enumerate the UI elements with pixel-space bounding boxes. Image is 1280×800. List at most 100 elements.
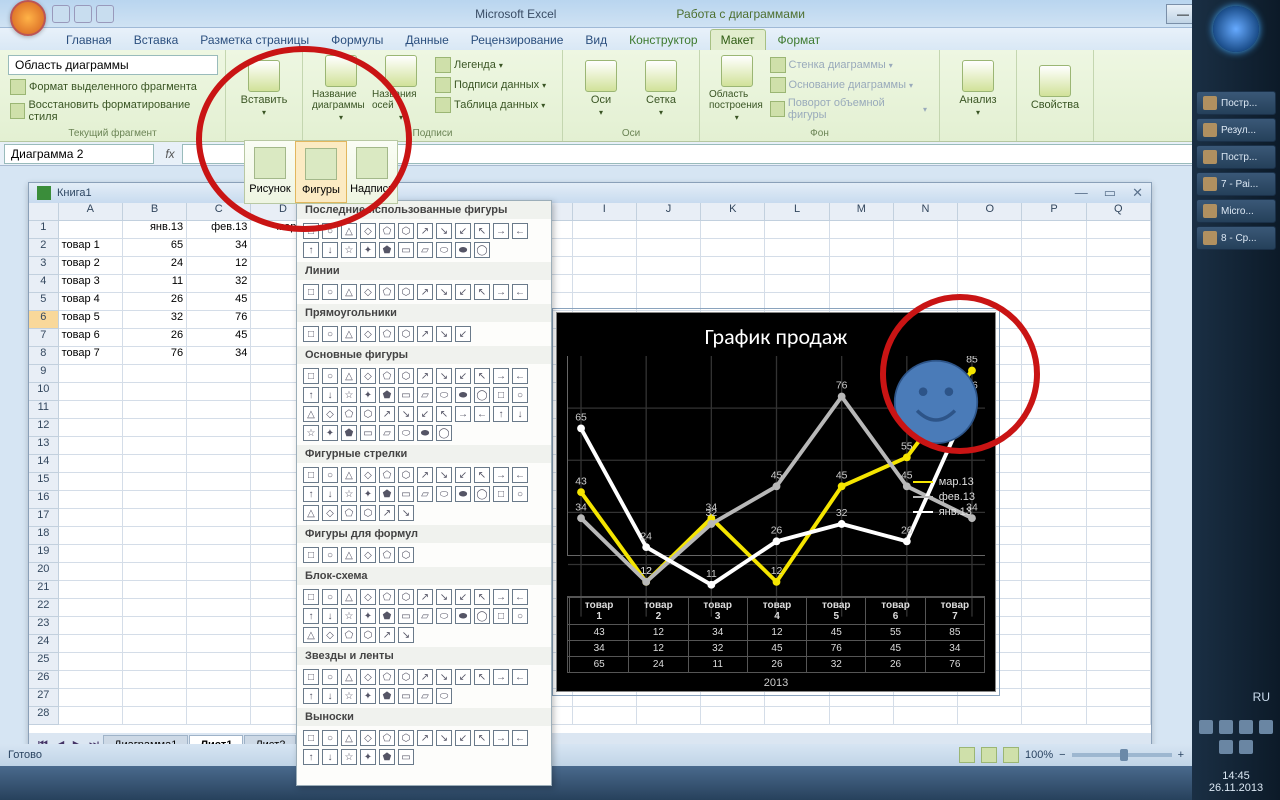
data-labels-button[interactable]: Подписи данных <box>433 75 548 95</box>
shape-option[interactable]: □ <box>493 608 509 624</box>
shape-option[interactable]: ↑ <box>303 242 319 258</box>
col-header[interactable]: M <box>830 203 894 221</box>
shape-option[interactable]: ⬠ <box>379 669 395 685</box>
tray-icon[interactable] <box>1219 720 1233 734</box>
shape-option[interactable]: ⬡ <box>398 368 414 384</box>
shape-option[interactable]: ⬡ <box>398 547 414 563</box>
shape-option[interactable]: ↖ <box>474 284 490 300</box>
shape-option[interactable]: ⬡ <box>398 467 414 483</box>
shape-option[interactable]: ▱ <box>417 387 433 403</box>
shape-option[interactable]: △ <box>341 368 357 384</box>
shape-option[interactable]: ⬠ <box>379 368 395 384</box>
view-normal-icon[interactable] <box>959 747 975 763</box>
shape-option[interactable]: ○ <box>322 284 338 300</box>
col-header[interactable]: J <box>637 203 701 221</box>
shape-option[interactable]: ⬠ <box>379 326 395 342</box>
shape-option[interactable]: ⬡ <box>360 627 376 643</box>
shape-option[interactable]: ⬟ <box>379 688 395 704</box>
shape-option[interactable]: ▱ <box>379 425 395 441</box>
chart-element-selector[interactable] <box>8 55 218 75</box>
shape-option[interactable]: □ <box>493 486 509 502</box>
tab-chart-format[interactable]: Формат <box>768 30 831 50</box>
wb-maximize[interactable]: ▭ <box>1104 185 1116 201</box>
shape-option[interactable]: ↘ <box>436 284 452 300</box>
shape-option[interactable]: ◇ <box>322 505 338 521</box>
zoom-level[interactable]: 100% <box>1025 749 1053 761</box>
shape-option[interactable]: ↙ <box>455 284 471 300</box>
shape-option[interactable]: ◇ <box>322 406 338 422</box>
shape-option[interactable]: ← <box>512 284 528 300</box>
shape-option[interactable]: ⬟ <box>379 387 395 403</box>
shape-option[interactable]: □ <box>303 730 319 746</box>
col-header[interactable]: C <box>187 203 251 221</box>
view-layout-icon[interactable] <box>981 747 997 763</box>
shape-option[interactable]: □ <box>303 284 319 300</box>
shape-option[interactable]: → <box>493 223 509 239</box>
shape-option[interactable]: ○ <box>322 467 338 483</box>
shape-option[interactable]: ◯ <box>436 425 452 441</box>
tray-icon[interactable] <box>1239 740 1253 754</box>
shape-option[interactable]: ↖ <box>474 467 490 483</box>
shape-option[interactable]: ⬡ <box>360 406 376 422</box>
shape-option[interactable]: ⬠ <box>341 406 357 422</box>
rotation-button[interactable]: Поворот объемной фигуры <box>768 95 929 123</box>
shape-option[interactable]: ↑ <box>303 749 319 765</box>
chart-wall-button[interactable]: Стенка диаграммы <box>768 55 929 75</box>
shape-option[interactable]: ⬠ <box>341 627 357 643</box>
col-header[interactable]: I <box>573 203 637 221</box>
shape-option[interactable]: ☆ <box>341 242 357 258</box>
shape-option[interactable]: ▭ <box>398 608 414 624</box>
shape-option[interactable]: ↖ <box>474 368 490 384</box>
shape-option[interactable]: ○ <box>322 730 338 746</box>
tab-data[interactable]: Данные <box>395 30 458 50</box>
analysis-button[interactable]: Анализ <box>948 53 1008 123</box>
legend-button[interactable]: Легенда <box>433 55 548 75</box>
insert-button[interactable]: Вставить <box>234 53 294 123</box>
shape-option[interactable]: ☆ <box>341 486 357 502</box>
name-box[interactable] <box>4 144 154 164</box>
shape-option[interactable]: ⬡ <box>398 589 414 605</box>
shape-option[interactable]: ↗ <box>417 284 433 300</box>
shape-option[interactable]: □ <box>303 669 319 685</box>
taskbar-clock[interactable]: 14:45 26.11.2013 <box>1192 770 1280 794</box>
axis-titles-button[interactable]: Названия осей <box>371 53 431 123</box>
shape-option[interactable]: ↗ <box>379 627 395 643</box>
shape-option[interactable]: △ <box>341 589 357 605</box>
shape-option[interactable]: ▭ <box>398 242 414 258</box>
shape-option[interactable]: ◇ <box>322 627 338 643</box>
plot-area-button[interactable]: Область построения <box>708 53 766 123</box>
shape-option[interactable]: ↙ <box>417 406 433 422</box>
shape-option[interactable]: ↖ <box>436 406 452 422</box>
shape-option[interactable]: ↘ <box>436 589 452 605</box>
col-header[interactable]: N <box>894 203 958 221</box>
tray-icon[interactable] <box>1239 720 1253 734</box>
shape-option[interactable]: ◇ <box>360 589 376 605</box>
shape-option[interactable]: △ <box>303 505 319 521</box>
taskbar-button[interactable]: Постр... <box>1196 91 1276 115</box>
tab-formulas[interactable]: Формулы <box>321 30 393 50</box>
col-header[interactable]: K <box>701 203 765 221</box>
shape-option[interactable]: △ <box>341 467 357 483</box>
tab-chart-design[interactable]: Конструктор <box>619 30 707 50</box>
shape-option[interactable]: → <box>493 669 509 685</box>
shape-option[interactable]: ◇ <box>360 326 376 342</box>
qat-undo-icon[interactable] <box>74 5 92 23</box>
shape-option[interactable]: ⬠ <box>379 547 395 563</box>
shape-option[interactable]: △ <box>341 326 357 342</box>
insert-picture[interactable]: Рисунок <box>245 141 295 203</box>
shape-option[interactable]: → <box>493 589 509 605</box>
shape-option[interactable]: ⬠ <box>379 589 395 605</box>
shape-option[interactable]: □ <box>303 589 319 605</box>
shape-option[interactable]: ⬡ <box>398 326 414 342</box>
shape-option[interactable]: ← <box>512 589 528 605</box>
shape-option[interactable]: ○ <box>512 486 528 502</box>
shape-option[interactable]: ☆ <box>341 608 357 624</box>
shape-option[interactable]: ◇ <box>360 284 376 300</box>
shape-option[interactable]: ▱ <box>417 486 433 502</box>
shape-option[interactable]: ▭ <box>398 486 414 502</box>
shape-option[interactable]: ↑ <box>303 486 319 502</box>
grid-row[interactable]: 28 <box>29 707 1151 725</box>
shape-option[interactable]: □ <box>303 326 319 342</box>
col-header[interactable]: L <box>765 203 829 221</box>
shape-option[interactable]: ↓ <box>322 242 338 258</box>
